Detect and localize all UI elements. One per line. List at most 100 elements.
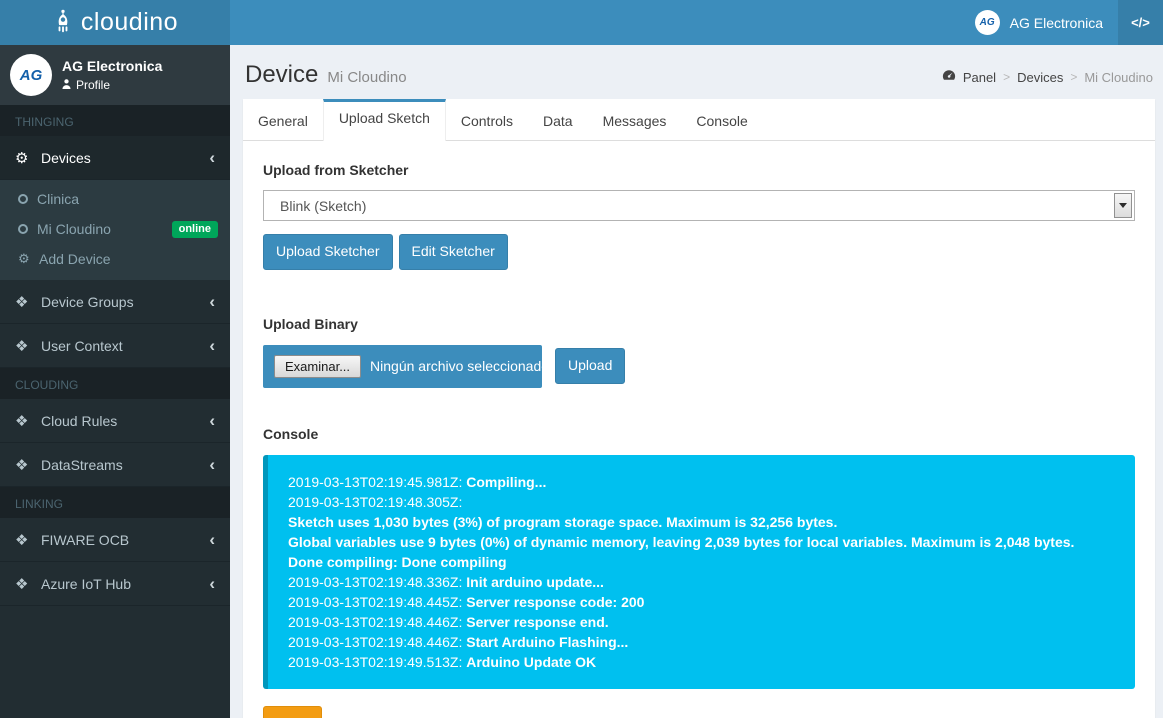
sidebar-item-fiware-ocb[interactable]: ❖ FIWARE OCB ‹ — [0, 518, 230, 562]
dropdown-arrow-icon — [1114, 193, 1132, 218]
profile-label: Profile — [76, 78, 111, 92]
console-line: Global variables use 9 bytes (0%) of dyn… — [288, 532, 1115, 552]
user-menu[interactable]: AG AG Electronica — [960, 0, 1118, 45]
clear-console-button[interactable]: Clear — [263, 705, 323, 718]
sidebar-item-add-device[interactable]: ⚙ Add Device — [0, 244, 230, 274]
browse-file-button[interactable]: Examinar... — [274, 354, 362, 378]
code-icon: </> — [1131, 15, 1150, 30]
sidebar: AG AG Electronica Profile THINGING ⚙ Dev… — [0, 45, 230, 718]
file-selection-status: Ningún archivo seleccionado. — [370, 358, 553, 375]
cubes-icon: ❖ — [15, 575, 29, 593]
sidebar-item-label: Azure IoT Hub — [41, 575, 132, 592]
log-message: Server response end. — [466, 613, 609, 630]
chevron-left-icon: ‹ — [209, 455, 215, 474]
breadcrumb-devices[interactable]: Devices — [1017, 70, 1063, 85]
profile-link[interactable]: Profile — [62, 78, 162, 92]
console-output: 2019-03-13T02:19:45.981Z: Compiling... 2… — [263, 454, 1135, 689]
edit-sketcher-button[interactable]: Edit Sketcher — [398, 234, 508, 270]
log-message: Start Arduino Flashing... — [466, 633, 629, 650]
gear-icon: ⚙ — [18, 251, 30, 266]
sidebar-item-devices[interactable]: ⚙ Devices ‹ — [0, 136, 230, 180]
user-avatar: AG — [974, 10, 1000, 35]
breadcrumb-panel[interactable]: Panel — [963, 70, 996, 85]
app-window: cloudino AG AG Electronica </> AG AG Ele… — [0, 0, 1163, 718]
gears-icon: ⚙ — [15, 149, 29, 167]
content-header: Device Mi Cloudino Panel > Devices > Mi … — [243, 45, 1155, 99]
tab-data[interactable]: Data — [528, 99, 588, 140]
cubes-icon: ❖ — [15, 412, 29, 430]
tab-console[interactable]: Console — [681, 99, 762, 140]
console-line: 2019-03-13T02:19:48.336Z: Init arduino u… — [288, 572, 1115, 592]
sidebar-item-cloud-rules[interactable]: ❖ Cloud Rules ‹ — [0, 399, 230, 443]
console-line: Sketch uses 1,030 bytes (3%) of program … — [288, 512, 1115, 532]
chevron-left-icon: ‹ — [209, 574, 215, 593]
log-message: Compiling... — [466, 473, 547, 490]
sidebar-item-label: Mi Cloudino — [37, 221, 111, 237]
sidebar-item-datastreams[interactable]: ❖ DataStreams ‹ — [0, 443, 230, 487]
sidebar-item-clinica[interactable]: Clinica — [0, 184, 230, 214]
log-message: Done compiling: Done compiling — [288, 553, 507, 570]
tab-messages[interactable]: Messages — [588, 99, 682, 140]
sidebar-item-device-groups[interactable]: ❖ Device Groups ‹ — [0, 280, 230, 324]
breadcrumb-separator: > — [1003, 70, 1011, 84]
sidebar-item-user-context[interactable]: ❖ User Context ‹ — [0, 324, 230, 368]
online-status-badge: online — [171, 220, 218, 238]
tab-upload-sketch[interactable]: Upload Sketch — [322, 99, 446, 141]
tab-controls[interactable]: Controls — [446, 99, 528, 140]
sidebar-item-label: Device Groups — [41, 293, 134, 310]
sidebar-item-label: FIWARE OCB — [41, 531, 130, 548]
log-timestamp: 2019-03-13T02:19:48.445Z: — [288, 593, 463, 610]
cubes-icon: ❖ — [15, 337, 29, 355]
console-label: Console — [263, 425, 319, 442]
log-timestamp: 2019-03-13T02:19:45.981Z: — [288, 473, 463, 490]
person-icon — [62, 78, 71, 92]
navbar-right: AG AG Electronica </> — [960, 0, 1163, 45]
sidebar-item-label: Add Device — [39, 251, 111, 267]
log-message: Sketch uses 1,030 bytes (3%) of program … — [288, 513, 838, 530]
upload-button[interactable]: Upload — [555, 348, 626, 385]
page-subtitle: Mi Cloudino — [327, 69, 407, 86]
sidebar-user-name: AG Electronica — [62, 58, 163, 74]
sidebar-item-label: Cloud Rules — [41, 412, 118, 429]
chevron-left-icon: ‹ — [209, 148, 215, 167]
cubes-icon: ❖ — [15, 456, 29, 474]
page-title: Device — [245, 61, 319, 88]
console-line: Done compiling: Done compiling — [288, 552, 1115, 572]
chevron-left-icon: ‹ — [209, 530, 215, 549]
brand-name: cloudino — [80, 8, 179, 36]
log-message: Server response code: 200 — [466, 593, 645, 610]
chevron-left-icon: ‹ — [209, 411, 215, 430]
devices-submenu: Clinica Mi Cloudino online ⚙ Add Device — [0, 180, 230, 280]
tab-general[interactable]: General — [243, 99, 323, 140]
log-timestamp: 2019-03-13T02:19:48.446Z: — [288, 613, 463, 630]
chevron-left-icon: ‹ — [209, 292, 215, 311]
cubes-icon: ❖ — [15, 531, 29, 549]
sketch-select[interactable]: Blink (Sketch) — [263, 190, 1135, 221]
sketcher-buttons: Upload Sketcher Edit Sketcher — [263, 234, 1135, 270]
circle-icon — [18, 224, 28, 234]
sidebar-item-azure-iot-hub[interactable]: ❖ Azure IoT Hub ‹ — [0, 562, 230, 606]
sidebar-item-label: Clinica — [37, 191, 80, 207]
sidebar-item-label: DataStreams — [41, 456, 123, 473]
sidebar-item-mi-cloudino[interactable]: Mi Cloudino online — [0, 214, 230, 244]
sidebar-user-panel: AG AG Electronica Profile — [0, 45, 230, 105]
dev-code-button[interactable]: </> — [1118, 0, 1163, 45]
circle-icon — [18, 194, 28, 204]
log-timestamp: 2019-03-13T02:19:49.513Z: — [288, 653, 463, 670]
brand-logo[interactable]: cloudino — [0, 0, 230, 45]
upload-binary-label: Upload Binary — [263, 315, 358, 332]
breadcrumb: Panel > Devices > Mi Cloudino — [942, 69, 1153, 85]
breadcrumb-separator: > — [1070, 70, 1078, 84]
top-navbar: cloudino AG AG Electronica </> — [0, 0, 1163, 45]
sketch-select-value: Blink (Sketch) — [280, 197, 367, 214]
log-message: Init arduino update... — [466, 573, 604, 590]
upload-sketcher-button[interactable]: Upload Sketcher — [263, 234, 393, 270]
console-line: 2019-03-13T02:19:48.445Z: Server respons… — [288, 592, 1115, 612]
console-line: 2019-03-13T02:19:48.446Z: Server respons… — [288, 612, 1115, 632]
breadcrumb-current: Mi Cloudino — [1084, 69, 1153, 85]
console-line: 2019-03-13T02:19:49.513Z: Arduino Update… — [288, 652, 1115, 672]
cubes-icon: ❖ — [15, 293, 29, 311]
console-line: 2019-03-13T02:19:45.981Z: Compiling... — [288, 472, 1115, 492]
log-message: Arduino Update OK — [466, 653, 597, 670]
file-input[interactable]: Examinar... Ningún archivo seleccionado. — [263, 344, 553, 388]
